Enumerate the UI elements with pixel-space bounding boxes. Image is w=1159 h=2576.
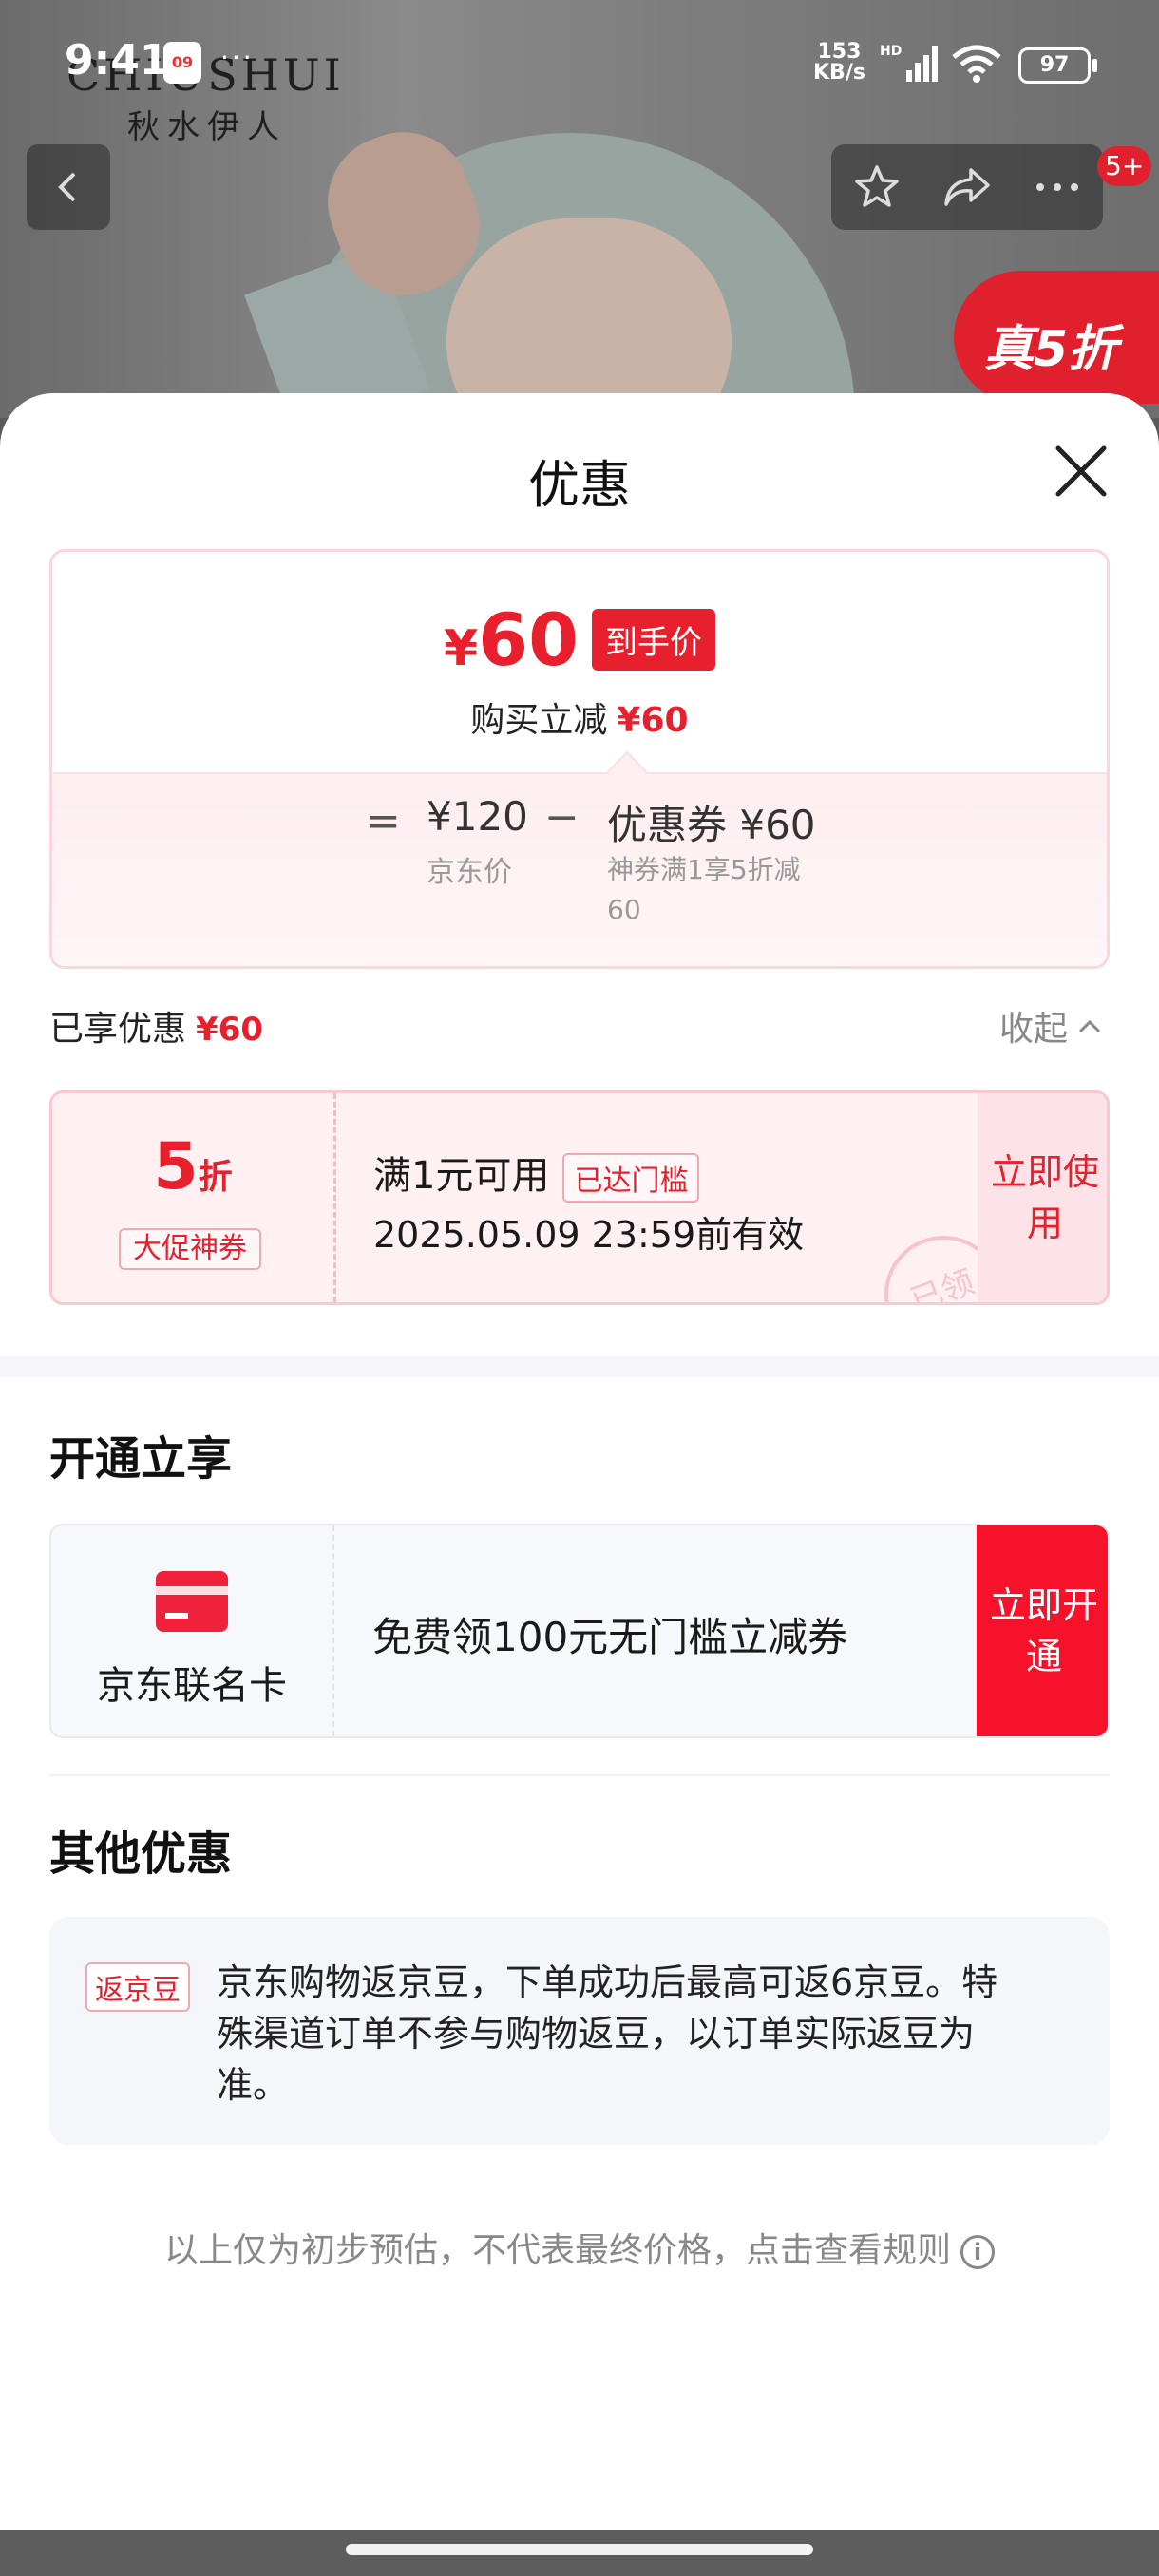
coupon-description: 神券满1享5折减60: [607, 854, 801, 925]
status-time: 9:41: [65, 36, 169, 85]
coupon-type-tag: 大促神券: [119, 1228, 261, 1270]
other-section-title: 其他优惠: [49, 1828, 233, 1881]
svg-text:HD: HD: [880, 44, 902, 59]
coupon-expiry: 2025.05.09 23:59前有效: [373, 1214, 805, 1256]
threshold-reached-tag: 已达门槛: [562, 1153, 700, 1203]
sheet-title: 优惠: [528, 455, 631, 515]
close-icon[interactable]: [1053, 443, 1110, 500]
bean-rebate-tag: 返京豆: [86, 1962, 190, 2012]
chevron-left-icon: [58, 172, 76, 202]
card-panel: 京东联名卡: [51, 1525, 334, 1736]
share-icon: [944, 168, 990, 206]
price-formula-area: [52, 772, 1107, 966]
use-coupon-button[interactable]: 立即使用: [978, 1093, 1107, 1302]
coupon-amount: 优惠券 ¥60: [607, 802, 816, 848]
jd-price-label: 京东价: [427, 856, 512, 889]
final-price-row: ¥60 到手价: [52, 597, 1107, 682]
home-gesture-handle[interactable]: [346, 2544, 813, 2555]
final-price: ¥60: [444, 597, 579, 682]
top-action-group: [831, 144, 1103, 230]
coupon-card: 5折 大促神券 满1元可用 已达门槛 2025.05.09 23:59前有效 已领…: [49, 1090, 1110, 1305]
star-icon: [854, 165, 899, 207]
credit-card-icon: [156, 1571, 228, 1632]
chevron-up-icon: [1078, 1019, 1101, 1033]
co-branded-card-offer: 京东联名卡 免费领100元无门槛立减券 立即开通: [49, 1524, 1110, 1738]
rules-footnote[interactable]: 以上仅为初步预估，不代表最终价格，点击查看规则 i: [0, 2223, 1159, 2272]
coupon-discount-panel: 5折 大促神券: [52, 1093, 336, 1302]
card-name: 京东联名卡: [97, 1664, 287, 1708]
message-count-badge: 5+: [1097, 146, 1152, 186]
coupon-condition: 满1元可用 已达门槛: [373, 1145, 700, 1203]
equals-sign: =: [366, 797, 401, 845]
promo-badge: 真5折: [954, 271, 1159, 404]
minus-sign: −: [544, 793, 580, 842]
section-divider: [0, 1356, 1159, 1377]
open-section-title: 开通立享: [49, 1432, 233, 1486]
card-offer-text: 免费领100元无门槛立减券: [372, 1614, 848, 1660]
info-icon[interactable]: i: [960, 2235, 995, 2269]
coupon-discount-value: 5折: [153, 1129, 233, 1204]
more-dots-icon: [1036, 183, 1079, 191]
open-card-button[interactable]: 立即开通: [977, 1525, 1108, 1736]
wifi-icon: [952, 45, 1001, 83]
back-button[interactable]: [27, 144, 110, 230]
status-bar: 9:41 09 ··· 153 KB/s HD 97: [0, 0, 1159, 123]
product-model-face: [446, 218, 732, 418]
jd-price: ¥120: [427, 793, 528, 840]
battery-icon: 97: [1018, 47, 1097, 84]
share-button[interactable]: [929, 149, 1005, 225]
final-price-tag: 到手价: [591, 609, 715, 671]
jd-bean-rebate-box: 返京豆 京东购物返京豆，下单成功后最高可返6京豆。特殊渠道订单不参与购物返豆，以…: [49, 1917, 1110, 2145]
discount-sheet: 优惠 ¥60 到手价 购买立减 ¥60 = ¥120 京东价 − 优惠券 ¥60 …: [0, 393, 1159, 2530]
network-speed: 153 KB/s: [813, 40, 865, 85]
instant-reduce-row: 购买立减 ¥60: [470, 701, 689, 740]
collapse-toggle[interactable]: 收起: [999, 1001, 1102, 1051]
section-separator: [49, 1774, 1110, 1776]
more-notifications-icon: ···: [220, 42, 255, 73]
price-breakdown-card: ¥60 到手价 购买立减 ¥60 = ¥120 京东价 − 优惠券 ¥60 神券满…: [49, 549, 1110, 969]
enjoyed-discount: 已享优惠 ¥60: [49, 1010, 263, 1049]
cell-signal-icon: HD: [880, 44, 938, 82]
calendar-icon: 09: [163, 42, 201, 84]
more-button[interactable]: [1019, 149, 1095, 225]
bean-rebate-text: 京东购物返京豆，下单成功后最高可返6京豆。特殊渠道订单不参与购物返豆，以订单实际…: [217, 1961, 998, 2106]
favorite-button[interactable]: [839, 149, 915, 225]
